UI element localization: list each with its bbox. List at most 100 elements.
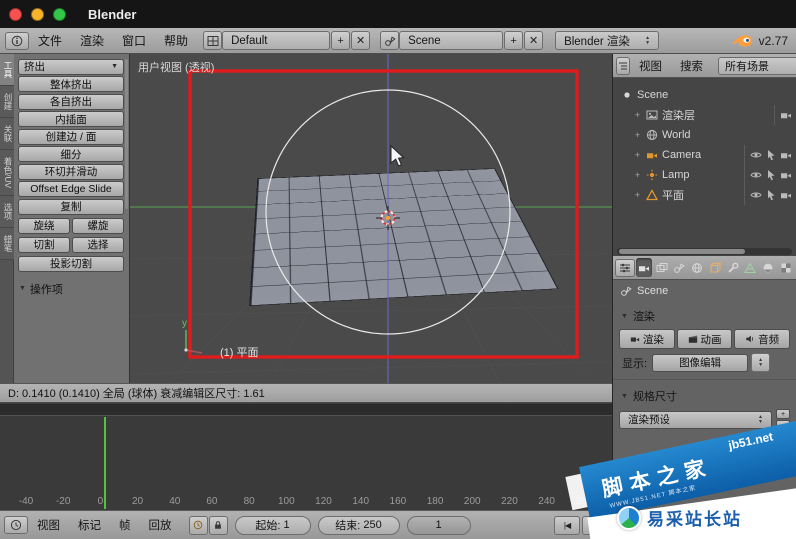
minimize-window-button[interactable] bbox=[31, 7, 44, 21]
tab-modifiers[interactable] bbox=[724, 258, 741, 277]
timeline-area[interactable]: -40 -20 0 20 40 60 80 100 120 140 160 18… bbox=[0, 416, 612, 510]
expand-toggle-icon[interactable]: + bbox=[633, 170, 642, 180]
selectability-arrow-icon[interactable] bbox=[765, 169, 777, 181]
current-frame-field[interactable]: 1 bbox=[406, 515, 471, 535]
expand-toggle-icon[interactable]: + bbox=[633, 110, 642, 120]
maximize-window-button[interactable] bbox=[53, 7, 66, 21]
lock-range-button[interactable] bbox=[208, 515, 228, 535]
selectability-arrow-icon[interactable] bbox=[765, 149, 777, 161]
spin-button[interactable]: 旋绕 bbox=[18, 217, 70, 234]
tab-world[interactable] bbox=[689, 258, 706, 277]
knife-button[interactable]: 切割 bbox=[18, 236, 70, 253]
tab-shading-uv[interactable]: 着色/UV bbox=[0, 150, 14, 197]
extrude-menu-button[interactable]: 挤出 ▼ bbox=[18, 58, 124, 75]
inset-faces-button[interactable]: 内插面 bbox=[18, 111, 124, 127]
scene-add-button[interactable]: + bbox=[504, 31, 524, 50]
tab-material[interactable] bbox=[760, 258, 777, 277]
tab-create[interactable]: 创建 bbox=[0, 86, 14, 118]
render-presets-select[interactable]: 渲染预设 ▲ ▼ bbox=[619, 410, 772, 429]
visibility-eye-icon[interactable] bbox=[750, 149, 762, 161]
outliner-item-plane[interactable]: + 平面 bbox=[613, 185, 796, 205]
renderability-camera-icon[interactable] bbox=[780, 189, 792, 201]
screw-button[interactable]: 螺旋 bbox=[72, 217, 124, 234]
extrude-region-button[interactable]: 整体挤出 bbox=[18, 76, 124, 92]
extrude-individual-button[interactable]: 各自挤出 bbox=[18, 93, 124, 110]
layout-browse-button[interactable] bbox=[203, 31, 223, 50]
scene-delete-button[interactable]: ✕ bbox=[524, 31, 544, 50]
renderability-camera-icon[interactable] bbox=[780, 169, 792, 181]
visibility-eye-icon[interactable] bbox=[750, 189, 762, 201]
make-edge-face-button[interactable]: 创建边 / 面 bbox=[18, 128, 124, 145]
renderability-camera-icon[interactable] bbox=[780, 149, 792, 161]
knife-project-button[interactable]: 投影切割 bbox=[18, 255, 124, 272]
outliner-item-renderlayers[interactable]: + 渲染层 bbox=[613, 105, 796, 125]
editor-type-button[interactable] bbox=[5, 31, 29, 50]
outliner-item-camera[interactable]: + Camera bbox=[613, 145, 796, 165]
frame-end-field[interactable]: 结束: 250 bbox=[317, 515, 400, 535]
tab-options[interactable]: 选项 bbox=[0, 196, 14, 229]
tab-render[interactable] bbox=[635, 258, 653, 277]
frame-start-field[interactable]: 起始: 1 bbox=[234, 515, 311, 535]
layout-delete-button[interactable]: ✕ bbox=[351, 31, 371, 50]
tab-relations[interactable]: 关联 bbox=[0, 118, 14, 150]
expand-toggle-icon[interactable]: + bbox=[633, 130, 642, 140]
operator-panel-header[interactable]: ▼ 操作项 bbox=[18, 281, 124, 297]
timeline-scrollbar[interactable] bbox=[0, 404, 612, 416]
tab-grease-pencil[interactable]: 蜡笔 bbox=[0, 228, 14, 261]
toolshelf-scrollbar[interactable] bbox=[125, 59, 128, 209]
tab-object[interactable] bbox=[707, 258, 724, 277]
render-panel-header[interactable]: ▼ 渲染 bbox=[613, 302, 796, 327]
tab-texture[interactable] bbox=[777, 258, 794, 277]
menu-render[interactable]: 渲染 bbox=[71, 32, 113, 49]
outliner-editor-type-button[interactable] bbox=[616, 56, 630, 75]
menu-window[interactable]: 窗口 bbox=[113, 32, 155, 49]
render-toggle-icon[interactable] bbox=[780, 109, 792, 121]
timeline-editor-type-button[interactable] bbox=[4, 516, 28, 534]
tab-render-layers[interactable] bbox=[653, 258, 670, 277]
prev-keyframe-button[interactable]: ◀◀ bbox=[582, 515, 608, 535]
properties-editor-type-button[interactable] bbox=[615, 258, 635, 277]
layout-add-button[interactable]: + bbox=[331, 31, 351, 50]
preview-range-button[interactable] bbox=[188, 515, 208, 535]
timeline-menu-frame[interactable]: 帧 bbox=[110, 517, 140, 533]
outliner-menu-view[interactable]: 视图 bbox=[630, 58, 671, 74]
expand-toggle-icon[interactable]: + bbox=[633, 150, 642, 160]
loop-cut-slide-button[interactable]: 环切并滑动 bbox=[18, 163, 124, 180]
tab-tools[interactable]: 工具 bbox=[0, 54, 14, 86]
close-window-button[interactable] bbox=[9, 7, 22, 21]
dimensions-panel-header[interactable]: ▼ 规格尺寸 bbox=[613, 382, 796, 407]
outliner-item-world[interactable]: + World bbox=[613, 125, 796, 145]
outliner-filter-select[interactable]: 所有场景 bbox=[718, 56, 796, 75]
tab-object-data[interactable] bbox=[742, 258, 759, 277]
offset-edge-slide-button[interactable]: Offset Edge Slide bbox=[18, 181, 124, 197]
outliner-menu-search[interactable]: 搜索 bbox=[671, 58, 712, 74]
scene-browse-button[interactable] bbox=[380, 31, 400, 50]
current-frame-line[interactable] bbox=[104, 417, 106, 509]
subdivide-button[interactable]: 细分 bbox=[18, 146, 124, 162]
viewport-3d[interactable]: y 用户视图 (透视) (1) 平面 bbox=[130, 54, 612, 383]
timeline-menu-playback[interactable]: 回放 bbox=[140, 517, 181, 533]
render-still-button[interactable]: 渲染 bbox=[619, 329, 675, 349]
menu-file[interactable]: 文件 bbox=[29, 32, 71, 49]
render-engine-select[interactable]: Blender 渲染 ▲ ▼ bbox=[555, 31, 660, 50]
display-mode-select[interactable]: 图像编辑 bbox=[652, 353, 749, 372]
render-animation-button[interactable]: 动画 bbox=[676, 329, 733, 349]
timeline-menu-view[interactable]: 视图 bbox=[28, 517, 69, 533]
scrollbar-handle[interactable] bbox=[619, 248, 745, 254]
outliner-hscrollbar[interactable] bbox=[612, 246, 796, 256]
jump-to-start-button[interactable]: |◀ bbox=[554, 515, 580, 535]
select-button[interactable]: 选择 bbox=[72, 236, 124, 253]
expand-toggle-icon[interactable]: + bbox=[633, 190, 642, 200]
preset-add-button[interactable]: + bbox=[776, 409, 790, 419]
layout-name-field[interactable]: Default bbox=[222, 31, 331, 50]
selectability-arrow-icon[interactable] bbox=[765, 189, 777, 201]
duplicate-button[interactable]: 复制 bbox=[18, 198, 124, 215]
menu-help[interactable]: 帮助 bbox=[155, 32, 197, 49]
outliner-item-scene[interactable]: Scene bbox=[613, 85, 796, 105]
outliner-item-lamp[interactable]: + Lamp bbox=[613, 165, 796, 185]
timeline-menu-marker[interactable]: 标记 bbox=[69, 517, 110, 533]
render-audio-button[interactable]: 音频 bbox=[734, 329, 791, 349]
visibility-eye-icon[interactable] bbox=[750, 169, 762, 181]
display-extra-button[interactable]: ▲ ▼ bbox=[751, 353, 771, 372]
preset-remove-button[interactable]: − bbox=[776, 420, 790, 430]
